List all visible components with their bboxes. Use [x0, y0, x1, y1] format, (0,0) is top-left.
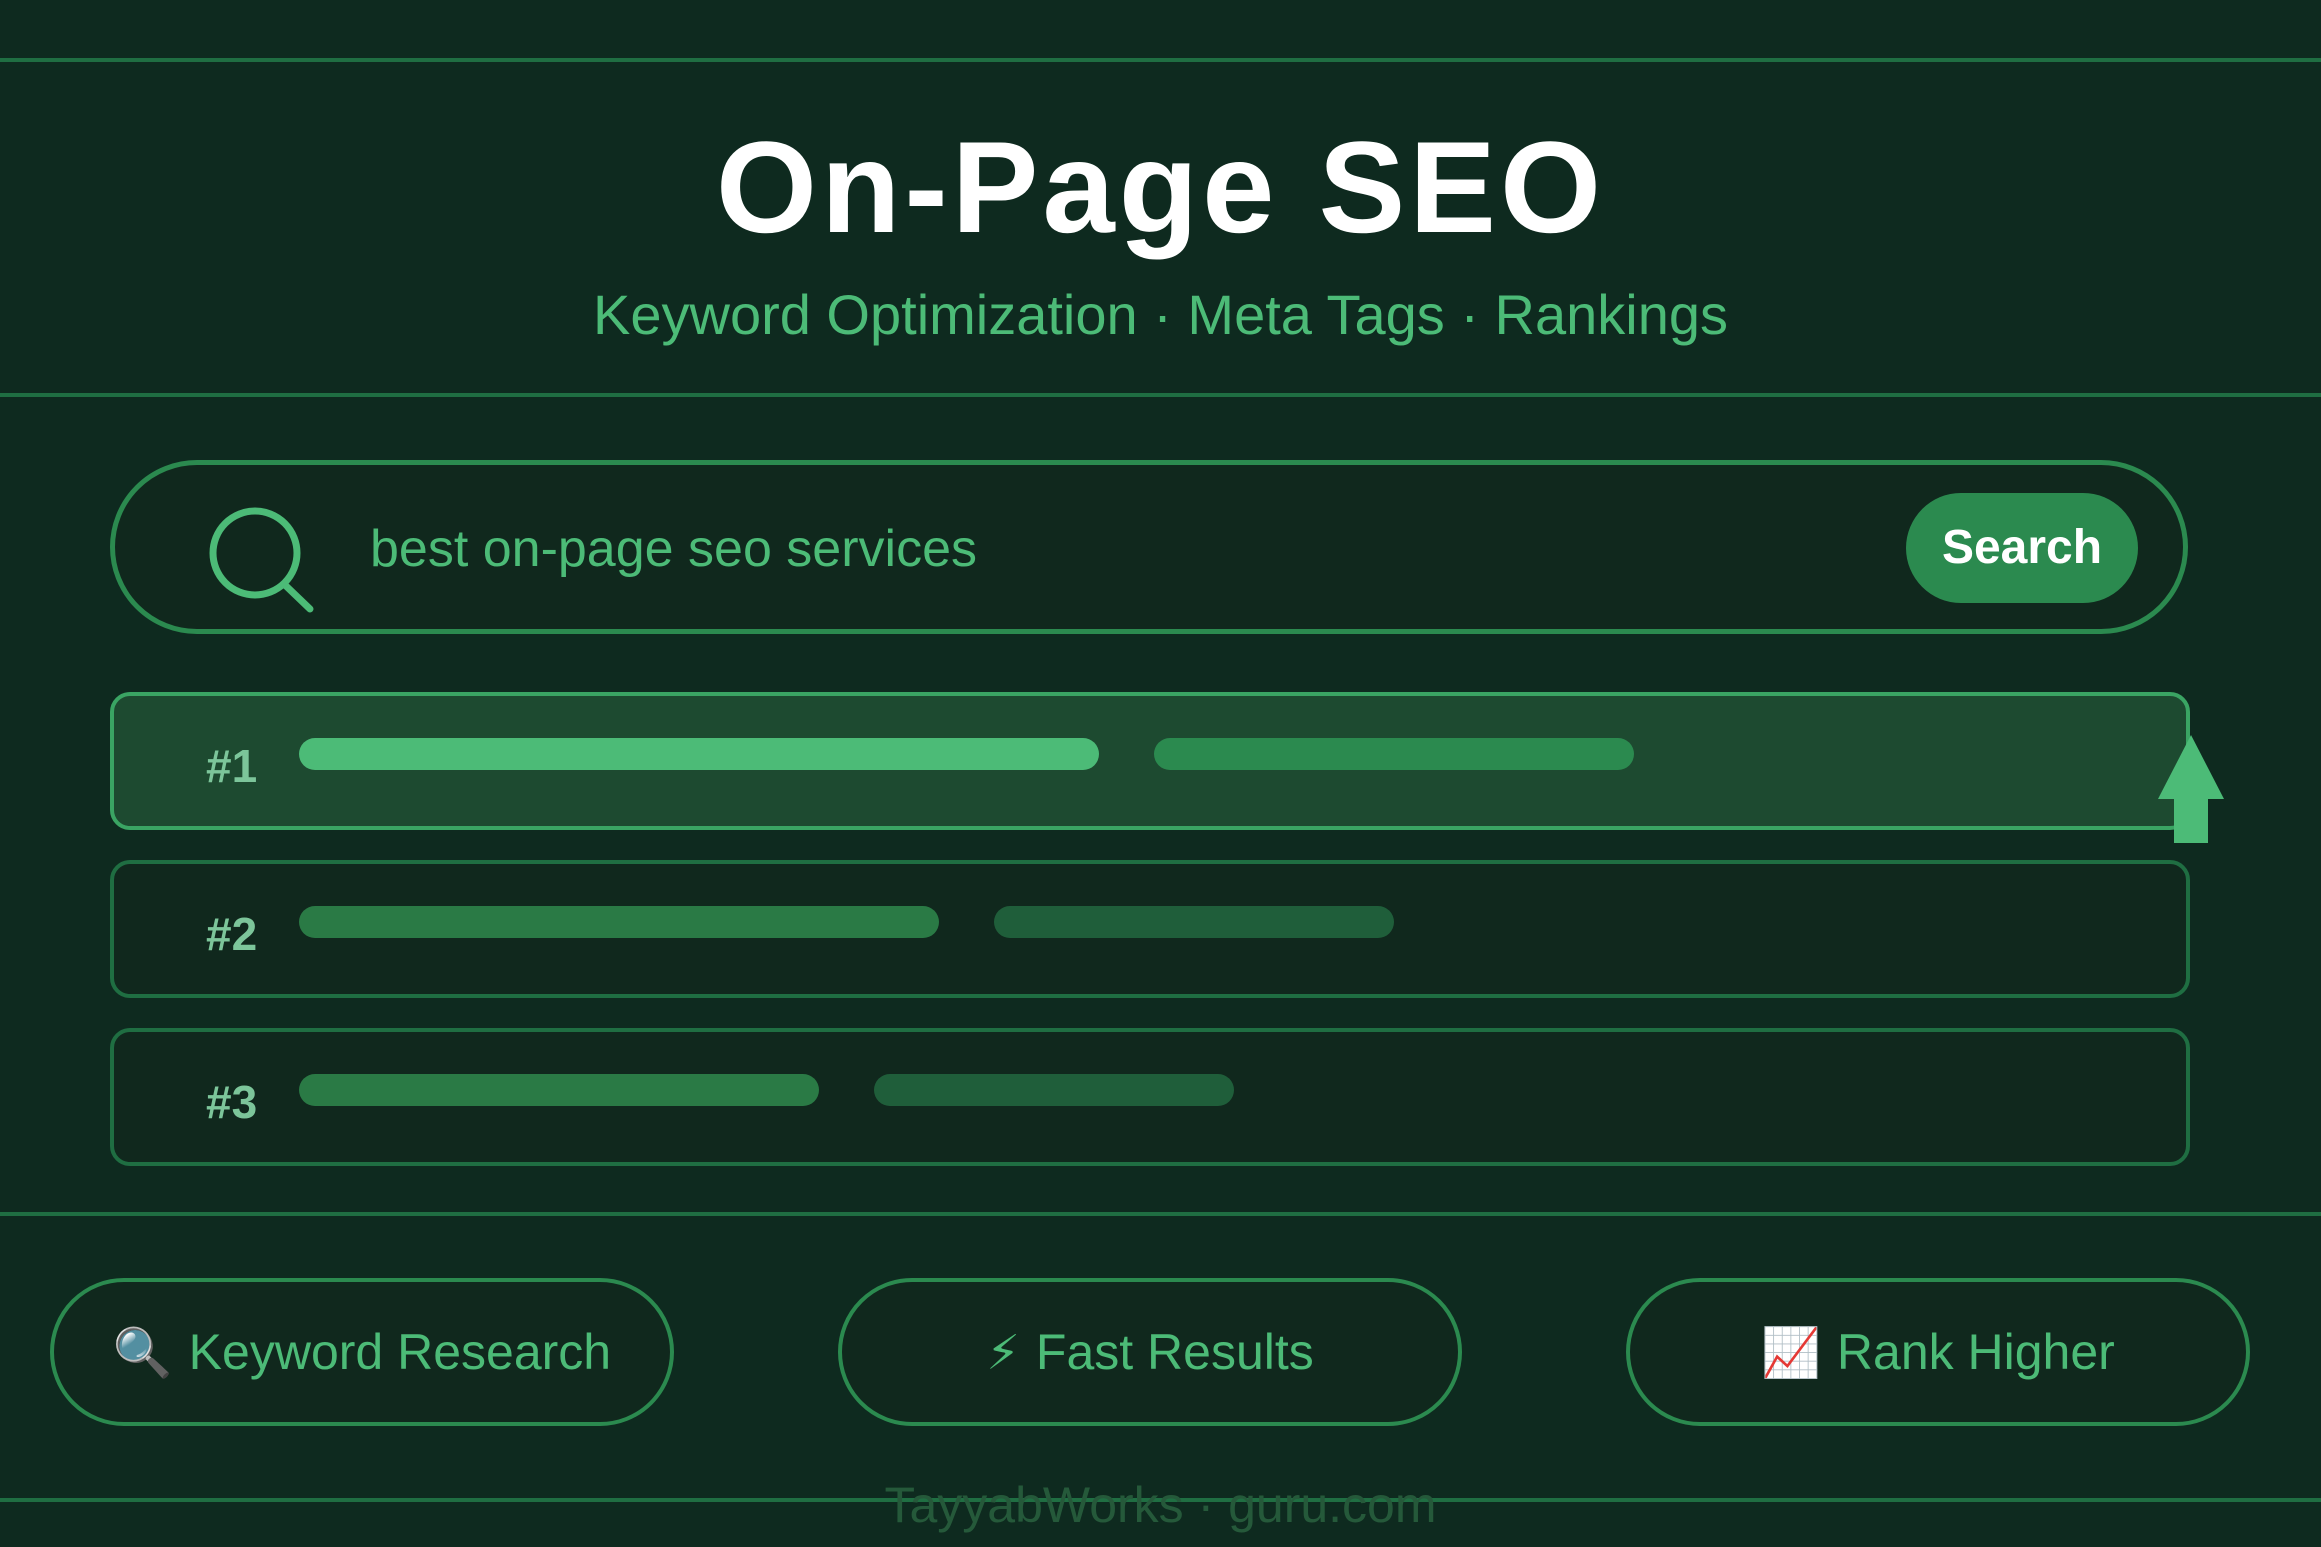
- result-url-bar: [1154, 738, 1634, 770]
- result-row-3[interactable]: #3: [110, 1028, 2190, 1166]
- result-title-bar: [299, 906, 939, 938]
- result-url-bar: [994, 906, 1394, 938]
- page: On-Page SEO Keyword Optimization · Meta …: [0, 0, 2321, 1547]
- result-rank: #3: [206, 1076, 258, 1128]
- top-divider: [0, 58, 2321, 62]
- feature-label: Fast Results: [1035, 1324, 1314, 1380]
- search-input[interactable]: best on-page seo services: [370, 519, 977, 579]
- search-bar[interactable]: best on-page seo services Search: [110, 460, 2188, 634]
- feature-rank-higher[interactable]: 📈 Rank Higher: [1626, 1278, 2250, 1426]
- feature-label: Keyword Research: [188, 1324, 612, 1380]
- result-title-bar: [299, 1074, 819, 1106]
- chart-up-icon: 📈: [1761, 1325, 1821, 1381]
- header-divider: [0, 393, 2321, 397]
- feature-label: Rank Higher: [1836, 1324, 2115, 1380]
- feature-fast-results[interactable]: ⚡ Fast Results: [838, 1278, 1462, 1426]
- page-title: On-Page SEO: [715, 114, 1606, 260]
- footer-credit: TayyabWorks · guru.com: [884, 1477, 1437, 1533]
- search-icon: [209, 507, 314, 613]
- result-title-bar: [299, 738, 1099, 770]
- feature-keyword-research[interactable]: 🔍 Keyword Research: [50, 1278, 674, 1426]
- features-divider: [0, 1212, 2321, 1216]
- result-row-1[interactable]: #1: [110, 692, 2190, 830]
- page-subtitle: Keyword Optimization · Meta Tags · Ranki…: [593, 283, 1728, 346]
- lightning-icon: ⚡: [986, 1325, 1020, 1381]
- up-arrow-icon: [2158, 735, 2224, 843]
- result-rank: #1: [206, 740, 258, 792]
- result-url-bar: [874, 1074, 1234, 1106]
- search-button[interactable]: Search: [1906, 493, 2138, 603]
- magnifier-icon: 🔍: [112, 1325, 173, 1381]
- result-row-2[interactable]: #2: [110, 860, 2190, 998]
- result-rank: #2: [206, 908, 258, 960]
